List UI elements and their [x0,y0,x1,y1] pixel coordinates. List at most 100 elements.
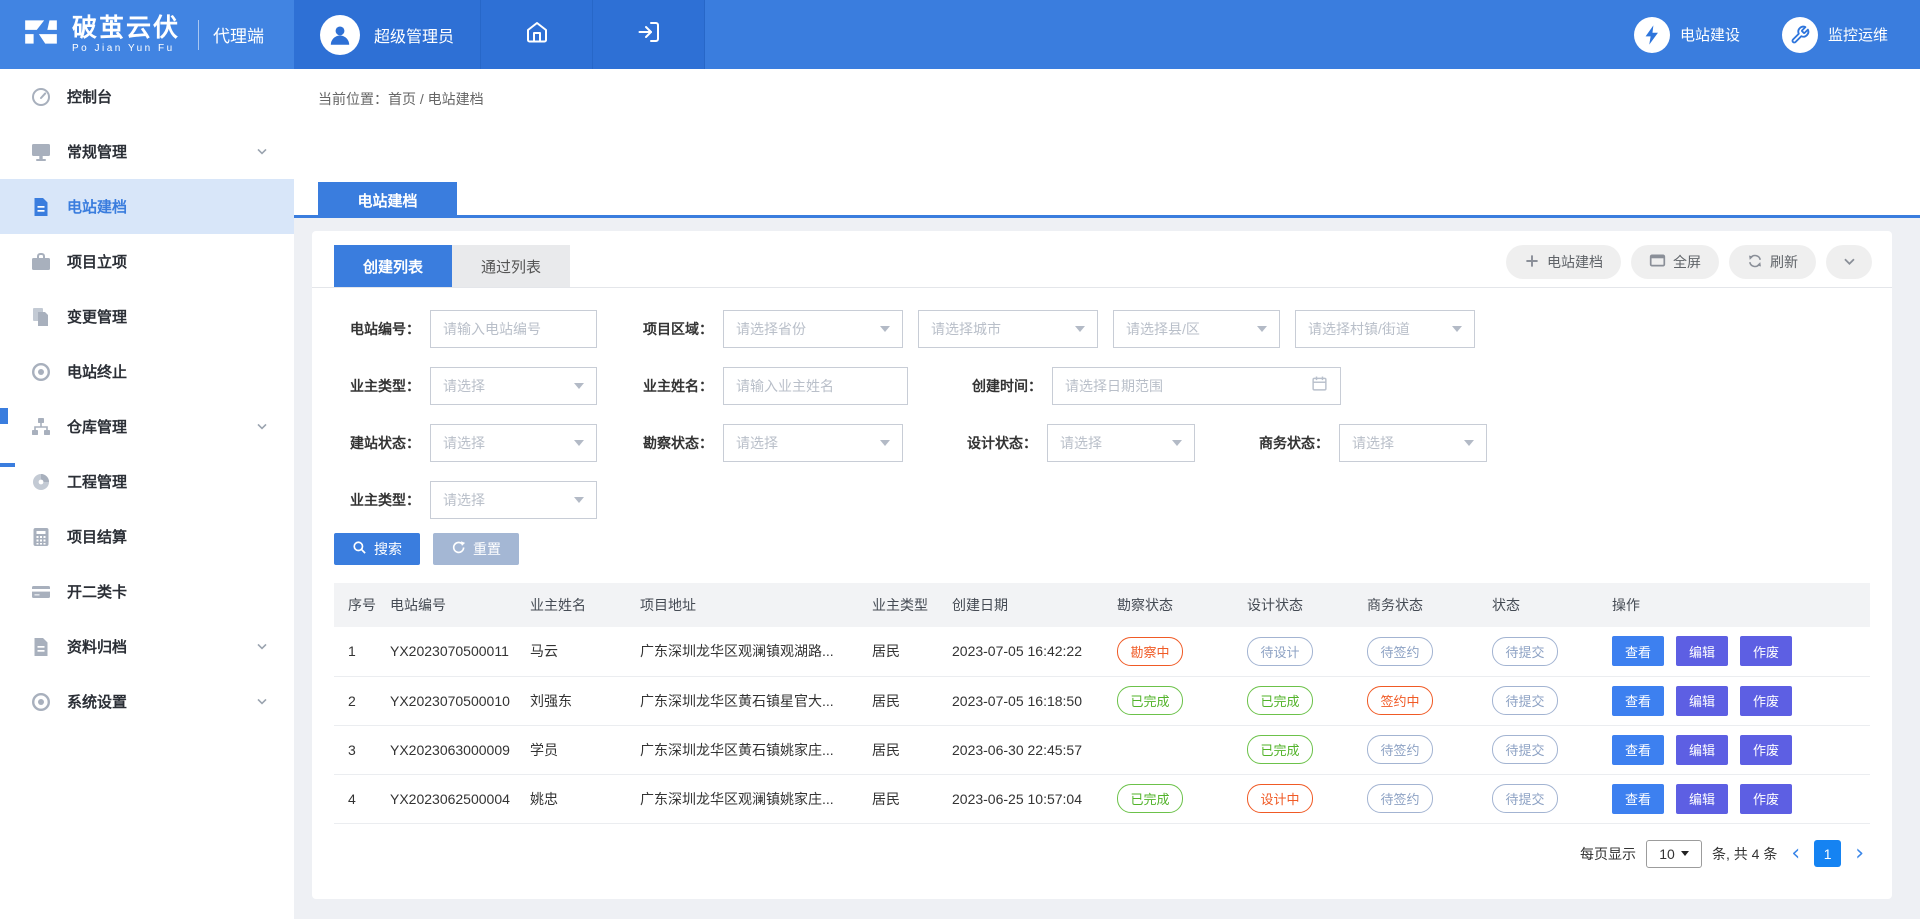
owner-name-input-field[interactable] [736,378,895,394]
sidebar-item-data-archive[interactable]: 资料归档 [0,619,294,674]
brand-logo-icon [22,13,60,56]
sidebar-item-station-termination[interactable]: 电站终止 [0,344,294,399]
station-no-input[interactable] [430,310,597,348]
prev-page-button[interactable]: ‹ [1787,844,1804,864]
edit-button[interactable]: 编辑 [1676,686,1728,716]
county-select[interactable]: 请选择县/区 [1113,310,1280,348]
toolbar: 电站建档 全屏 刷新 [1506,245,1872,287]
sidebar-item-open-type2-card[interactable]: 开二类卡 [0,564,294,619]
edit-button[interactable]: 编辑 [1676,784,1728,814]
view-button[interactable]: 查看 [1612,735,1664,765]
card-icon [30,581,52,603]
status-pill: 已完成 [1117,686,1183,715]
select-caret-icon [1075,326,1085,332]
fullscreen-icon [1649,252,1666,272]
sidebar-item-label: 控制台 [67,86,112,107]
design-status-select[interactable]: 请选择 [1047,424,1195,462]
sitemap-icon [30,416,52,438]
select-caret-icon [1172,440,1182,446]
fullscreen-button[interactable]: 全屏 [1631,245,1719,279]
sidebar-item-system-settings[interactable]: 系统设置 [0,674,294,729]
col-owner-name: 业主姓名 [524,583,634,627]
sidebar-item-warehouse-management[interactable]: 仓库管理 [0,399,294,454]
next-page-button[interactable]: › [1851,844,1868,864]
briefcase-icon [30,251,52,273]
nav-monitoring-ops[interactable]: 监控运维 [1782,0,1888,69]
owner-name-input[interactable] [723,367,908,405]
date-range-input-field[interactable] [1065,378,1305,394]
brand-subtitle: Po Jian Yun Fu [72,43,180,54]
col-business-status: 商务状态 [1361,583,1486,627]
chevron-down-icon [254,143,270,164]
status-pill: 签约中 [1367,686,1433,715]
date-range-input[interactable] [1052,367,1341,405]
nav-station-construction[interactable]: 电站建设 [1634,0,1740,69]
status-pill: 已完成 [1247,686,1313,715]
button-label: 电站建档 [1547,252,1603,272]
home-icon [525,20,549,49]
status-pill: 待提交 [1492,784,1558,813]
sidebar-item-label: 电站建档 [67,196,127,217]
sidebar-item-project-initiation[interactable]: 项目立项 [0,234,294,289]
reset-button[interactable]: 重置 [433,533,519,565]
chevron-down-icon [254,418,270,439]
page-tab-station-archive[interactable]: 电站建档 [318,182,457,218]
calendar-icon [1311,375,1328,397]
portal-label: 代理端 [213,22,264,47]
view-button[interactable]: 查看 [1612,784,1664,814]
view-button[interactable]: 查看 [1612,686,1664,716]
business-status-select[interactable]: 请选择 [1339,424,1487,462]
pagination: 每页显示 10 条, 共 4 条 ‹ 1 › [312,824,1892,868]
refresh-button[interactable]: 刷新 [1729,245,1816,279]
survey-status-select[interactable]: 请选择 [723,424,903,462]
town-select[interactable]: 请选择村镇/街道 [1295,310,1475,348]
city-select[interactable]: 请选择城市 [918,310,1098,348]
plus-icon [1524,253,1540,272]
home-button[interactable] [481,0,593,69]
nav-label: 电站建设 [1680,24,1740,45]
sidebar-item-general-management[interactable]: 常规管理 [0,124,294,179]
sidebar-item-label: 仓库管理 [67,416,127,437]
tab-passed-list[interactable]: 通过列表 [452,245,570,287]
void-button[interactable]: 作废 [1740,784,1792,814]
build-status-select[interactable]: 请选择 [430,424,597,462]
search-button[interactable]: 搜索 [334,533,420,565]
reset-icon [451,540,466,558]
view-button[interactable]: 查看 [1612,636,1664,666]
collapse-toolbar-button[interactable] [1826,245,1872,279]
void-button[interactable]: 作废 [1740,636,1792,666]
status-pill: 待设计 [1247,637,1313,666]
settings-icon [30,691,52,713]
edit-button[interactable]: 编辑 [1676,636,1728,666]
file-icon [30,636,52,658]
sidebar-item-change-management[interactable]: 变更管理 [0,289,294,344]
sidebar-item-engineering-management[interactable]: 工程管理 [0,454,294,509]
field-label: 业主类型： [334,376,430,396]
owner-type-select[interactable]: 请选择 [430,367,597,405]
sidebar-item-project-settlement[interactable]: 项目结算 [0,509,294,564]
page-number[interactable]: 1 [1814,840,1841,867]
tab-create-list[interactable]: 创建列表 [334,245,452,287]
station-no-input-field[interactable] [443,321,584,337]
document-icon [30,196,52,218]
create-station-button[interactable]: 电站建档 [1506,245,1621,279]
sidebar-item-station-archive[interactable]: 电站建档 [0,179,294,234]
province-select[interactable]: 请选择省份 [723,310,903,348]
data-table: 序号 电站编号 业主姓名 项目地址 业主类型 创建日期 勘察状态 设计状态 商务… [312,565,1892,824]
status-pill: 已完成 [1117,784,1183,813]
col-design-status: 设计状态 [1241,583,1361,627]
col-actions: 操作 [1606,583,1870,627]
status-pill: 待签约 [1367,784,1433,813]
sidebar-item-console[interactable]: 控制台 [0,69,294,124]
user-menu[interactable]: 超级管理员 [294,0,481,69]
owner-type2-select[interactable]: 请选择 [430,481,597,519]
void-button[interactable]: 作废 [1740,686,1792,716]
total-count-label: 条, 共 4 条 [1712,844,1777,864]
status-pill: 待签约 [1367,735,1433,764]
divider [294,215,1920,218]
logout-button[interactable] [593,0,705,69]
void-button[interactable]: 作废 [1740,735,1792,765]
edit-button[interactable]: 编辑 [1676,735,1728,765]
lightning-icon [1634,17,1670,53]
per-page-select[interactable]: 10 [1646,840,1702,868]
